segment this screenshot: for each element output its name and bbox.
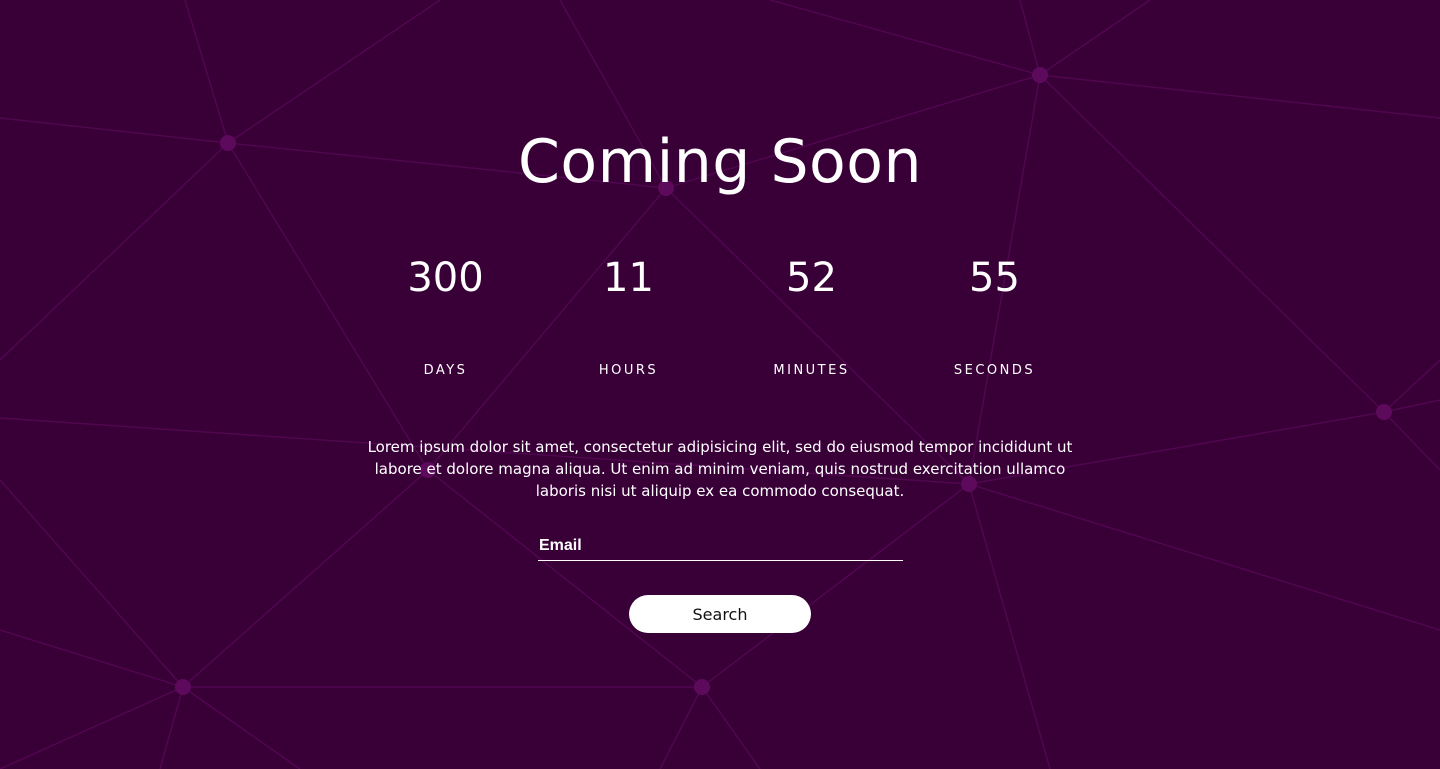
email-field-wrapper	[538, 534, 904, 561]
description-text: Lorem ipsum dolor sit amet, consectetur …	[367, 438, 1073, 500]
hours-label: HOURS	[598, 363, 659, 378]
minutes-value: 52	[786, 255, 837, 301]
countdown-days: 300 DAYS	[354, 250, 537, 381]
coming-soon-page: Coming Soon 300 DAYS 11 HOURS 52 MINUTES…	[0, 0, 1440, 769]
page-title: Coming Soon	[518, 127, 922, 197]
countdown-timer: 300 DAYS 11 HOURS 52 MINUTES 55 SECONDS	[354, 250, 1086, 390]
countdown-hours: 11 HOURS	[537, 250, 720, 381]
countdown-seconds: 55 SECONDS	[903, 250, 1086, 381]
days-label: DAYS	[423, 363, 468, 378]
minutes-label: MINUTES	[773, 363, 850, 378]
seconds-value: 55	[969, 255, 1020, 301]
email-field[interactable]	[538, 534, 904, 558]
hours-value: 11	[603, 255, 654, 301]
days-value: 300	[407, 255, 484, 301]
seconds-label: SECONDS	[953, 363, 1036, 378]
countdown-minutes: 52 MINUTES	[720, 250, 903, 381]
search-button[interactable]: Search	[629, 595, 811, 633]
